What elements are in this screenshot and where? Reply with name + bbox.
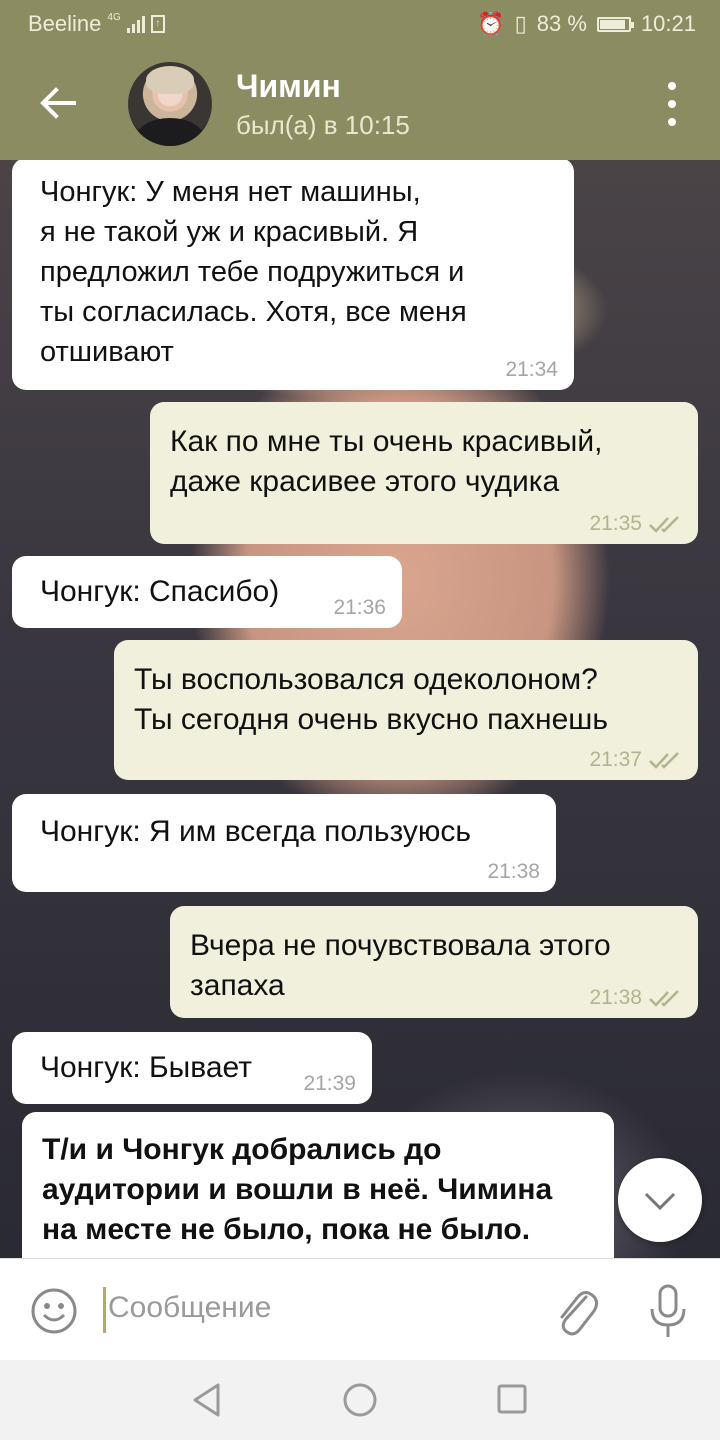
battery-icon	[596, 16, 634, 32]
network-type: 4G	[107, 11, 121, 23]
microphone-icon[interactable]	[646, 1283, 690, 1341]
double-check-icon	[649, 752, 679, 769]
scroll-down-button[interactable]	[618, 1158, 702, 1242]
battery-percent: 83 %	[536, 11, 587, 36]
paperclip-icon[interactable]	[552, 1283, 600, 1339]
message-text: Ты воспользовался одеколоном? Ты сегодня…	[134, 663, 608, 736]
last-seen: был(а) в 10:15	[236, 110, 410, 140]
message-time: 21:36	[333, 596, 386, 619]
alarm-icon: ⏰	[477, 11, 505, 36]
message-time: 21:38	[487, 860, 540, 883]
arrow-left-icon[interactable]	[36, 82, 78, 124]
message-time: 21:39	[303, 1072, 356, 1095]
message-input[interactable]: Сообщение	[108, 1291, 271, 1325]
message-text: Чонгук: Я им всегда пользуюсь	[40, 815, 472, 848]
signal-icon	[126, 15, 145, 33]
message-outgoing[interactable]: Ты воспользовался одеколоном? Ты сегодня…	[114, 640, 698, 780]
message-text: Чонгук: У меня нет машины, я не такой уж…	[40, 176, 467, 368]
sim-icon: ↑	[150, 15, 165, 33]
recents-square-icon[interactable]	[496, 1383, 528, 1415]
message-incoming[interactable]: Чонгук: Я им всегда пользуюсь 21:38	[12, 794, 556, 892]
chat-header: Чимин был(а) в 10:15	[0, 48, 720, 160]
message-composer: Сообщение	[0, 1258, 720, 1361]
message-time: 21:35	[589, 512, 682, 536]
system-nav-bar	[0, 1360, 720, 1440]
home-circle-icon[interactable]	[341, 1381, 379, 1419]
back-triangle-icon[interactable]	[190, 1382, 224, 1418]
message-outgoing[interactable]: Как по мне ты очень красивый, даже краси…	[150, 402, 698, 544]
status-bar: Beeline 4G ↑ ⏰ ▯ 83 % 10:21	[0, 0, 720, 48]
message-incoming[interactable]: Чонгук: Бывает 21:39	[12, 1032, 372, 1104]
contact-name[interactable]: Чимин	[236, 68, 341, 105]
message-text: Т/и и Чонгук добрались до аудитории и во…	[42, 1133, 553, 1246]
message-incoming[interactable]: Чонгук: Спасибо) 21:36	[12, 556, 402, 628]
message-time: 21:34	[505, 358, 558, 381]
message-time: 21:38	[589, 986, 682, 1010]
avatar[interactable]	[128, 62, 212, 146]
vibrate-icon: ▯	[514, 11, 527, 36]
message-incoming[interactable]: Чонгук: У меня нет машины, я не такой уж…	[12, 160, 574, 390]
smiley-icon[interactable]	[30, 1287, 78, 1335]
message-time: 21:37	[589, 748, 682, 772]
chevron-down-icon	[644, 1192, 676, 1211]
message-text: Как по мне ты очень красивый, даже краси…	[170, 425, 603, 498]
message-incoming[interactable]: Т/и и Чонгук добрались до аудитории и во…	[22, 1112, 614, 1258]
text-cursor	[103, 1287, 106, 1333]
message-list[interactable]: Чонгук: У меня нет машины, я не такой уж…	[0, 160, 720, 1258]
more-vert-icon[interactable]	[662, 82, 682, 126]
double-check-icon	[649, 516, 679, 533]
carrier-label: Beeline	[28, 11, 102, 36]
double-check-icon	[649, 990, 679, 1007]
message-outgoing[interactable]: Вчера не почувствовала этого запаха 21:3…	[170, 906, 698, 1018]
clock: 10:21	[640, 11, 696, 36]
